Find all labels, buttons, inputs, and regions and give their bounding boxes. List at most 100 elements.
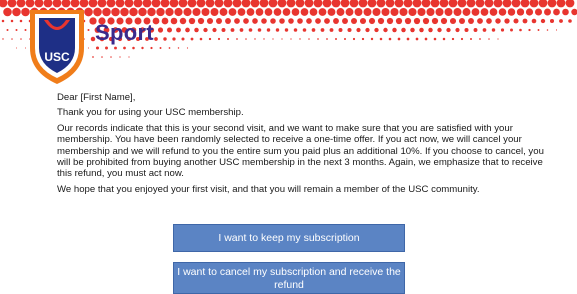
halftone-dot [268,0,278,8]
halftone-dot [187,0,197,8]
halftone-dot [365,27,370,33]
halftone-dot [370,37,374,41]
halftone-dot [248,28,253,32]
halftone-dot [513,18,519,24]
halftone-dot [338,28,343,32]
halftone-dot [390,7,399,17]
halftone-dot [395,17,403,25]
halftone-dot [106,0,116,8]
halftone-dot [92,56,94,58]
halftone-dot [273,8,282,16]
halftone-dot [102,7,111,17]
halftone-dot [192,7,201,17]
halftone-dot [404,17,412,25]
halftone-dot [168,47,171,49]
halftone-dot [165,7,174,17]
halftone-dot [186,47,189,49]
keep-subscription-button[interactable]: I want to keep my subscription [173,224,405,252]
halftone-dot [388,37,392,41]
halftone-dot [259,0,269,8]
halftone-dot [203,27,208,33]
halftone-dot [300,8,309,16]
cancel-subscription-button[interactable]: I want to cancel my subscription and rec… [173,262,405,294]
halftone-dot [480,8,489,16]
halftone-dot [293,28,298,32]
halftone-dot [141,46,144,50]
halftone-dot [399,7,408,17]
halftone-dot [522,18,528,24]
halftone-dot [7,0,17,8]
halftone-dot [237,8,246,16]
halftone-dot [261,18,267,24]
halftone-dot [19,19,23,23]
halftone-dot [142,0,152,8]
halftone-dot [128,56,130,58]
halftone-dot [413,17,421,25]
halftone-dot [326,38,328,40]
halftone-dot [228,8,237,16]
halftone-dot [473,28,478,32]
halftone-dot [528,28,531,32]
halftone-dot [442,37,446,41]
halftone-dot [227,38,229,40]
closing-paragraph: We hope that you enjoyed your first visi… [57,183,480,195]
halftone-dot [565,0,575,8]
halftone-dot [547,0,557,8]
halftone-dot [324,18,330,24]
halftone-dot [119,56,121,58]
halftone-dot [286,0,296,8]
halftone-dot [440,17,448,25]
halftone-dot [279,18,285,24]
halftone-dot [336,8,345,16]
halftone-dot [349,0,359,8]
halftone-dot [288,18,294,24]
halftone-dot [295,0,305,8]
halftone-dot [101,56,103,58]
halftone-dot [437,27,442,33]
halftone-dot [177,47,180,49]
halftone-dot [172,37,176,41]
halftone-dot [500,28,505,32]
offer-paragraph: Our records indicate that this is your s… [57,122,544,180]
halftone-dot [205,0,215,8]
halftone-dot [406,37,410,41]
halftone-dot [449,17,457,25]
halftone-dot [415,37,419,41]
halftone-dot [239,28,244,32]
halftone-dot [322,0,332,8]
halftone-dot [555,29,558,31]
halftone-dot [534,8,543,16]
halftone-dot [266,28,271,32]
halftone-dot [354,8,363,16]
halftone-dot [291,8,300,16]
halftone-dot [359,17,367,25]
halftone-dot [392,27,397,33]
halftone-dot [327,8,336,16]
halftone-dot [350,17,358,25]
halftone-dot [221,28,226,32]
halftone-dot [3,7,12,17]
halftone-dot [426,7,435,17]
halftone-dot [234,18,240,24]
halftone-dot [376,0,386,8]
halftone-dot [444,7,453,17]
halftone-dot [197,17,205,25]
halftone-dot [147,7,156,17]
halftone-dot [277,0,287,8]
halftone-dot [250,0,260,8]
halftone-dot [340,0,350,8]
halftone-dot [299,38,301,40]
halftone-dot [114,46,117,50]
halftone-dot [571,8,577,16]
halftone-dot [199,37,203,41]
halftone-dot [343,37,347,41]
halftone-dot [163,37,167,41]
halftone-dot [178,0,188,8]
halftone-dot [174,7,183,17]
halftone-dot [241,0,251,8]
halftone-dot [553,8,560,16]
halftone-dot [318,8,327,16]
halftone-dot [345,8,354,16]
halftone-dot [170,17,178,25]
halftone-dot [356,27,361,33]
